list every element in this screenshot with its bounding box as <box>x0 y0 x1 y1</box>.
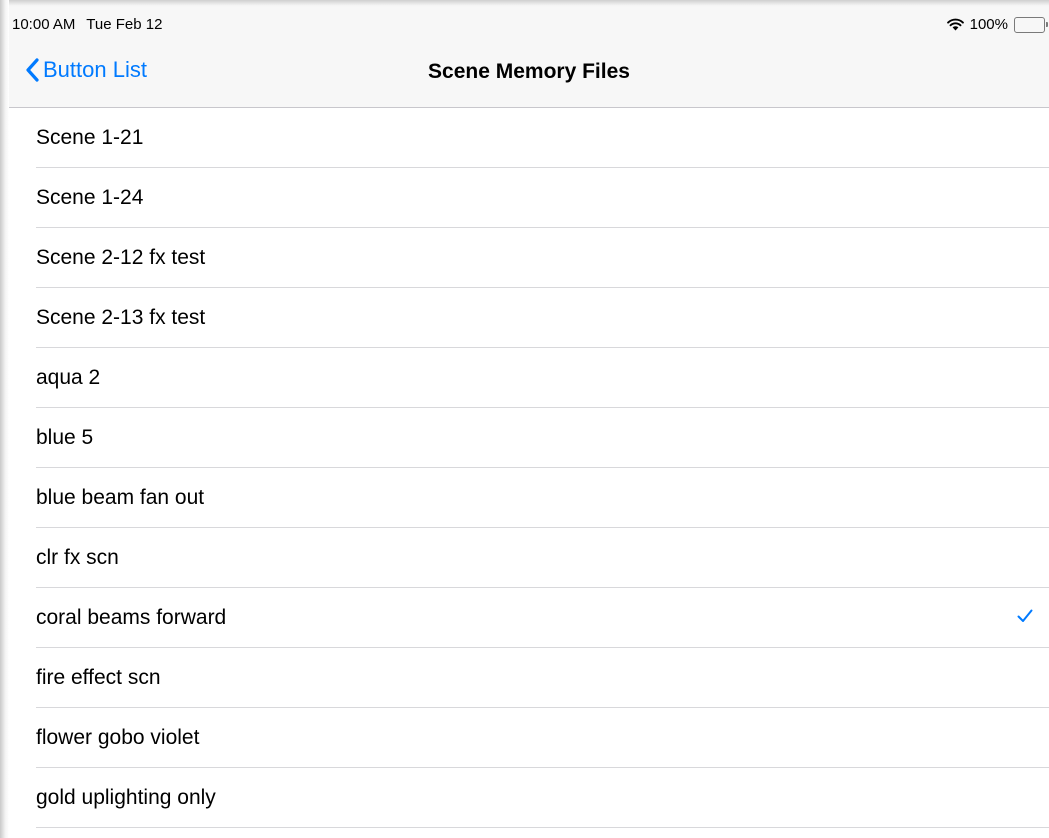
list-item[interactable]: blue 5 <box>9 408 1049 468</box>
list-item-label: Scene 2-12 fx test <box>36 246 206 269</box>
battery-percent: 100% <box>969 16 1008 33</box>
list-item[interactable]: fire effect scn <box>9 648 1049 708</box>
list-item[interactable]: Scene 2-13 fx test <box>9 288 1049 348</box>
list-item[interactable]: aqua 2 <box>9 348 1049 408</box>
list-item[interactable]: Scene 1-21 <box>9 108 1049 168</box>
list-item[interactable]: blue beam fan out <box>9 468 1049 528</box>
wifi-icon <box>946 18 964 31</box>
list-item[interactable]: gold uplighting only <box>9 768 1049 828</box>
page-title: Scene Memory Files <box>428 60 630 83</box>
list-item-label: Scene 2-13 fx test <box>36 306 206 329</box>
list-item[interactable]: Scene 1-24 <box>9 168 1049 228</box>
list-item-label: clr fx scn <box>36 546 119 569</box>
list-item-label: blue beam fan out <box>36 486 205 509</box>
list-item-label: Scene 1-21 <box>36 126 144 149</box>
device-frame-shadow-left <box>0 0 9 838</box>
list-item-label: blue 5 <box>36 426 94 449</box>
device-frame-shadow-top <box>0 0 1049 8</box>
list-item-label: aqua 2 <box>36 366 101 389</box>
checkmark-icon <box>1017 609 1033 628</box>
status-date: Tue Feb 12 <box>86 16 163 33</box>
list-item-label: coral beams forward <box>36 606 227 629</box>
list-item-label: Scene 1-24 <box>36 186 144 209</box>
scene-file-list: Scene 1-21 Scene 1-24 Scene 2-12 fx test Sc… <box>9 108 1049 828</box>
status-indicators: 100% <box>946 16 1049 33</box>
list-item-label: gold uplighting only <box>36 786 216 809</box>
screen: 10:00 AM Tue Feb 12 100% Button List Sce… <box>9 8 1049 838</box>
list-item[interactable]: flower gobo violet <box>9 708 1049 768</box>
list-item-label: fire effect scn <box>36 666 161 689</box>
list-item[interactable]: clr fx scn <box>9 528 1049 588</box>
battery-tip <box>1046 21 1048 27</box>
status-time: 10:00 AM <box>12 16 76 33</box>
status-time-date: 10:00 AM Tue Feb 12 <box>12 16 169 33</box>
top-bar: 10:00 AM Tue Feb 12 100% Button List Sce… <box>9 8 1049 108</box>
battery-icon <box>1014 16 1048 33</box>
navigation-bar: Button List Scene Memory Files <box>9 42 1049 107</box>
list-item-label: flower gobo violet <box>36 726 200 749</box>
status-bar: 10:00 AM Tue Feb 12 100% <box>9 8 1049 42</box>
list-item[interactable]: Scene 2-12 fx test <box>9 228 1049 288</box>
list-item[interactable]: coral beams forward <box>9 588 1049 648</box>
